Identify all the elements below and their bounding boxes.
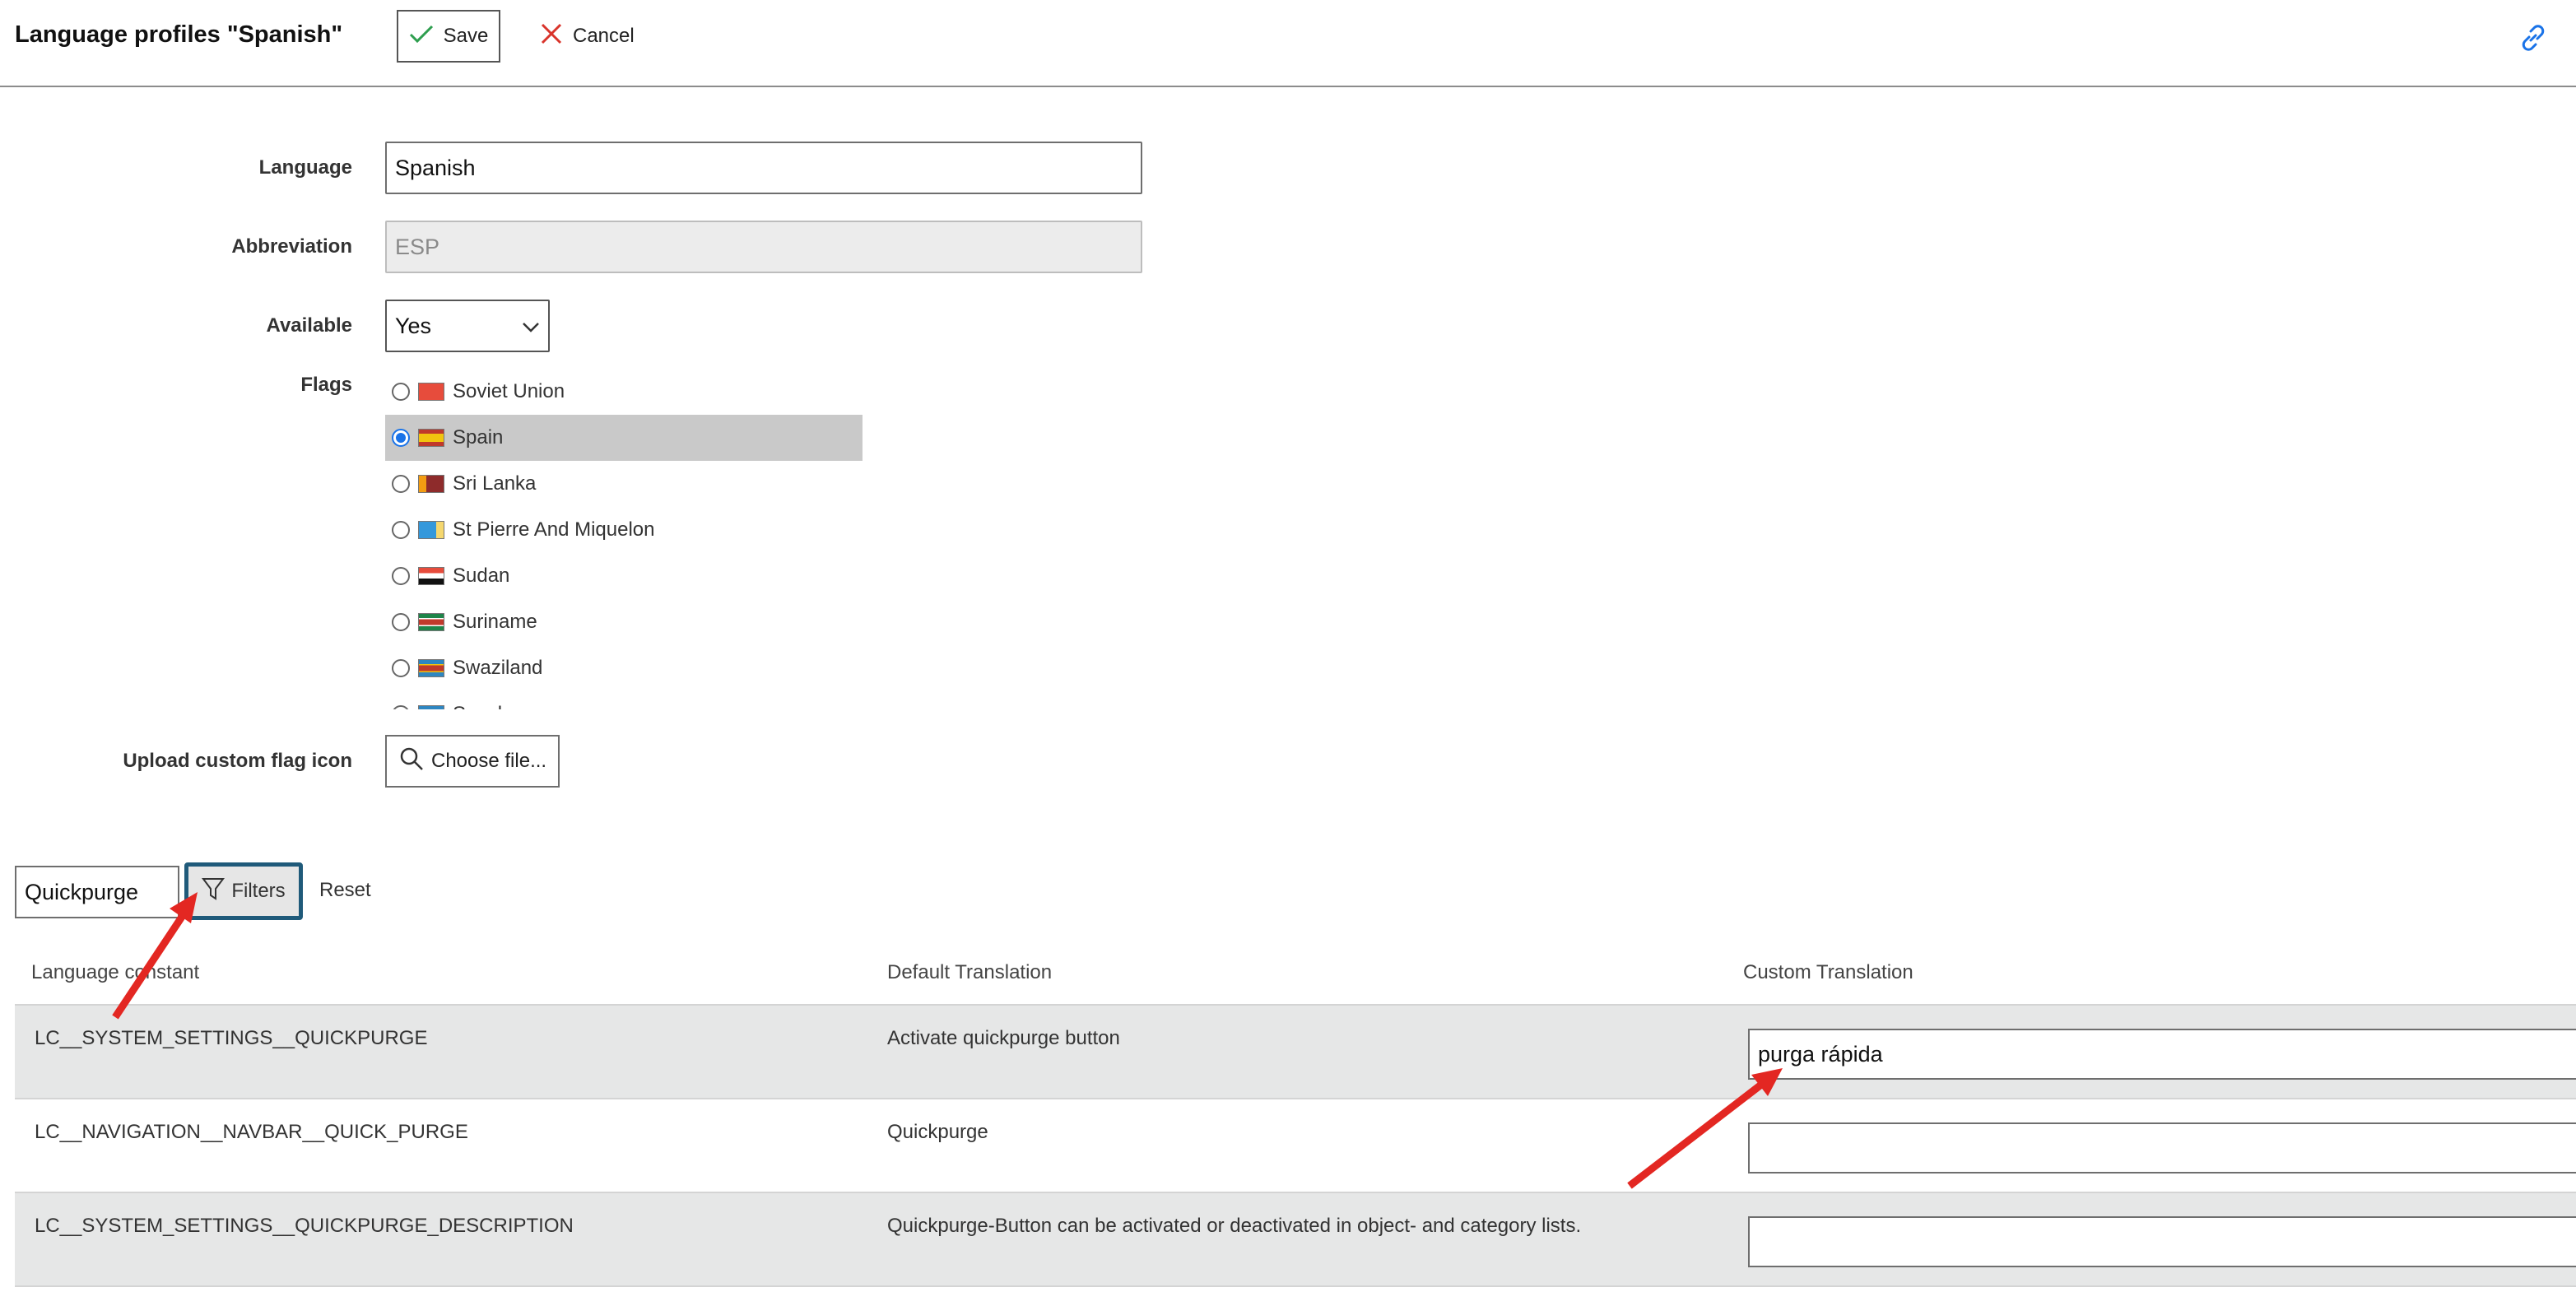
search-icon	[398, 746, 425, 778]
flag-option[interactable]: Swaziland	[385, 645, 863, 691]
flag-option-label: Sri Lanka	[453, 472, 537, 495]
table-row: LC__SYSTEM_SETTINGS__QUICKPURGE Activate…	[15, 1004, 2576, 1098]
checkmark-icon	[409, 24, 434, 49]
flag-option-label: Soviet Union	[453, 380, 565, 402]
radio-button[interactable]	[392, 705, 410, 709]
flag-swaziland-icon	[418, 659, 444, 677]
column-header-custom: Custom Translation	[1743, 961, 1913, 983]
flag-sudan-icon	[418, 567, 444, 585]
flag-option[interactable]: Suriname	[385, 599, 863, 645]
flag-option[interactable]: Sweden	[385, 691, 863, 709]
flag-option[interactable]: Spain	[385, 415, 863, 461]
cell-default: Activate quickpurge button	[887, 1027, 1120, 1049]
flag-st-pierre-icon	[418, 521, 444, 539]
upload-label: Upload custom flag icon	[123, 750, 352, 772]
flag-option-label: Suriname	[453, 611, 537, 633]
radio-button[interactable]	[392, 613, 410, 631]
available-value: Yes	[395, 313, 432, 338]
flag-option[interactable]: Sudan	[385, 553, 863, 599]
column-header-default: Default Translation	[887, 961, 1053, 983]
cell-default: Quickpurge	[887, 1121, 988, 1143]
table-row: LC__NAVIGATION__NAVBAR__QUICK_PURGE Quic…	[15, 1098, 2576, 1192]
custom-translation-input[interactable]: purga rápida	[1748, 1029, 2576, 1080]
cell-default: Quickpurge-Button can be activated or de…	[887, 1215, 1582, 1237]
choose-file-label: Choose file...	[431, 750, 547, 772]
choose-file-button[interactable]: Choose file...	[385, 735, 560, 788]
radio-button[interactable]	[392, 521, 410, 539]
flag-suriname-icon	[418, 613, 444, 631]
flag-option[interactable]: St Pierre And Miquelon	[385, 507, 863, 553]
available-label: Available	[266, 314, 353, 337]
flag-sweden-icon	[418, 705, 444, 709]
header-bar: Language profiles "Spanish" Save Cancel	[0, 0, 2576, 87]
flag-option-label: Sudan	[453, 565, 510, 587]
flag-spain-icon	[418, 429, 444, 447]
cell-constant: LC__NAVIGATION__NAVBAR__QUICK_PURGE	[35, 1121, 468, 1143]
flag-option-label: St Pierre And Miquelon	[453, 518, 655, 541]
filters-label: Filters	[231, 880, 286, 902]
save-button[interactable]: Save	[397, 10, 500, 63]
funnel-icon	[202, 876, 226, 907]
reset-link[interactable]: Reset	[319, 879, 371, 902]
available-select[interactable]: Yes	[385, 300, 550, 352]
column-header-constant: Language constant	[31, 961, 200, 983]
radio-button[interactable]	[392, 383, 410, 401]
x-icon	[540, 22, 563, 51]
flag-option[interactable]: Soviet Union	[385, 369, 863, 415]
cancel-label: Cancel	[573, 25, 635, 47]
flag-sri-lanka-icon	[418, 475, 444, 493]
radio-button[interactable]	[392, 429, 410, 447]
radio-button[interactable]	[392, 567, 410, 585]
radio-button[interactable]	[392, 659, 410, 677]
flag-option-label: Spain	[453, 426, 504, 448]
custom-translation-input[interactable]	[1748, 1122, 2576, 1173]
save-label: Save	[443, 25, 489, 47]
flag-soviet-union-icon	[418, 383, 444, 401]
flags-label: Flags	[300, 374, 352, 396]
flags-list[interactable]: Soviet Union Spain Sri Lanka St Pierre A…	[385, 369, 863, 709]
flag-option-label: Sweden	[453, 703, 524, 709]
link-icon[interactable]	[2517, 21, 2550, 54]
filter-search-input[interactable]: Quickpurge	[15, 866, 179, 918]
cell-constant: LC__SYSTEM_SETTINGS__QUICKPURGE_DESCRIPT…	[35, 1215, 574, 1237]
flag-option-label: Swaziland	[453, 657, 543, 679]
page-title: Language profiles "Spanish"	[15, 21, 343, 48]
language-input[interactable]: Spanish	[385, 142, 1142, 194]
language-label: Language	[258, 156, 352, 179]
abbreviation-label: Abbreviation	[231, 235, 352, 258]
flag-option[interactable]: Sri Lanka	[385, 461, 863, 507]
cancel-button[interactable]: Cancel	[540, 10, 635, 63]
abbreviation-input: ESP	[385, 221, 1142, 273]
chevron-down-icon	[522, 314, 540, 339]
custom-translation-input[interactable]	[1748, 1216, 2576, 1267]
cell-constant: LC__SYSTEM_SETTINGS__QUICKPURGE	[35, 1027, 428, 1049]
table-row: LC__SYSTEM_SETTINGS__QUICKPURGE_DESCRIPT…	[15, 1192, 2576, 1287]
filters-button[interactable]: Filters	[184, 862, 303, 920]
radio-button[interactable]	[392, 475, 410, 493]
